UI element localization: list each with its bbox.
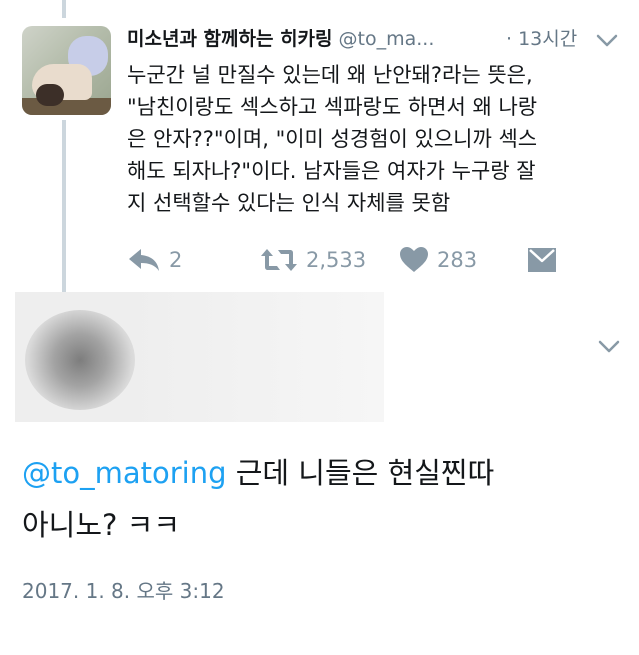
- chevron-down-icon[interactable]: [598, 340, 620, 354]
- tweet-line: "남친이랑도 섹스하고 섹파랑도 하면서 왜 나랑: [127, 95, 538, 119]
- reply-button[interactable]: 2: [127, 242, 182, 278]
- heart-icon: [399, 246, 429, 274]
- reply-text-part: 근데 니들은 현실찐따: [226, 456, 495, 490]
- mention-link[interactable]: @to_matoring: [22, 456, 227, 490]
- tweet-line: 해도 되자나?"이다. 남자들은 여자가 누구랑 잘: [127, 159, 536, 183]
- tweet-body: 누군간 널 만질수 있는데 왜 난안돼?라는 뜻은, "남친이랑도 섹스하고 섹…: [127, 59, 617, 219]
- avatar-floor: [22, 98, 111, 115]
- avatar-hair: [36, 84, 64, 106]
- thread-line-bottom: [62, 120, 66, 292]
- envelope-icon: [527, 246, 557, 274]
- reply-body: @to_matoring 근데 니들은 현실찐따 아니노? ㅋㅋ: [22, 447, 622, 551]
- tweet-line: 지 선택할수 있다는 인식 자체를 못함: [127, 191, 451, 215]
- reply-line: 아니노? ㅋㅋ: [22, 508, 181, 542]
- direct-message-button[interactable]: [527, 242, 557, 278]
- author-name[interactable]: 미소년과 함께하는 히카링: [127, 28, 333, 50]
- avatar[interactable]: [22, 26, 111, 115]
- tweet-line: 누군간 널 만질수 있는데 왜 난안돼?라는 뜻은,: [127, 63, 533, 87]
- reply-line: @to_matoring 근데 니들은 현실찐따: [22, 447, 622, 499]
- retweet-count: 2,533: [306, 248, 367, 272]
- chevron-down-icon[interactable]: [596, 34, 618, 48]
- tweet-line: 은 안자??"이며, "이미 성경험이 있으니까 섹스: [127, 127, 538, 151]
- retweet-button[interactable]: 2,533: [260, 242, 366, 278]
- thread-line-top: [62, 0, 66, 18]
- retweet-icon: [260, 247, 298, 273]
- reply-arrow-icon: [127, 246, 161, 274]
- blur-fade: [15, 292, 384, 422]
- blurred-profile-image: [15, 292, 384, 422]
- tweet-actions: 2 2,533 283: [127, 242, 627, 278]
- like-count: 283: [437, 248, 478, 272]
- tweet-timestamp[interactable]: · 13시간: [506, 22, 577, 56]
- reply-date: 2017. 1. 8. 오후 3:12: [22, 579, 225, 603]
- like-button[interactable]: 283: [399, 242, 477, 278]
- author-handle[interactable]: @to_ma...: [339, 28, 435, 50]
- reply-count: 2: [169, 248, 183, 272]
